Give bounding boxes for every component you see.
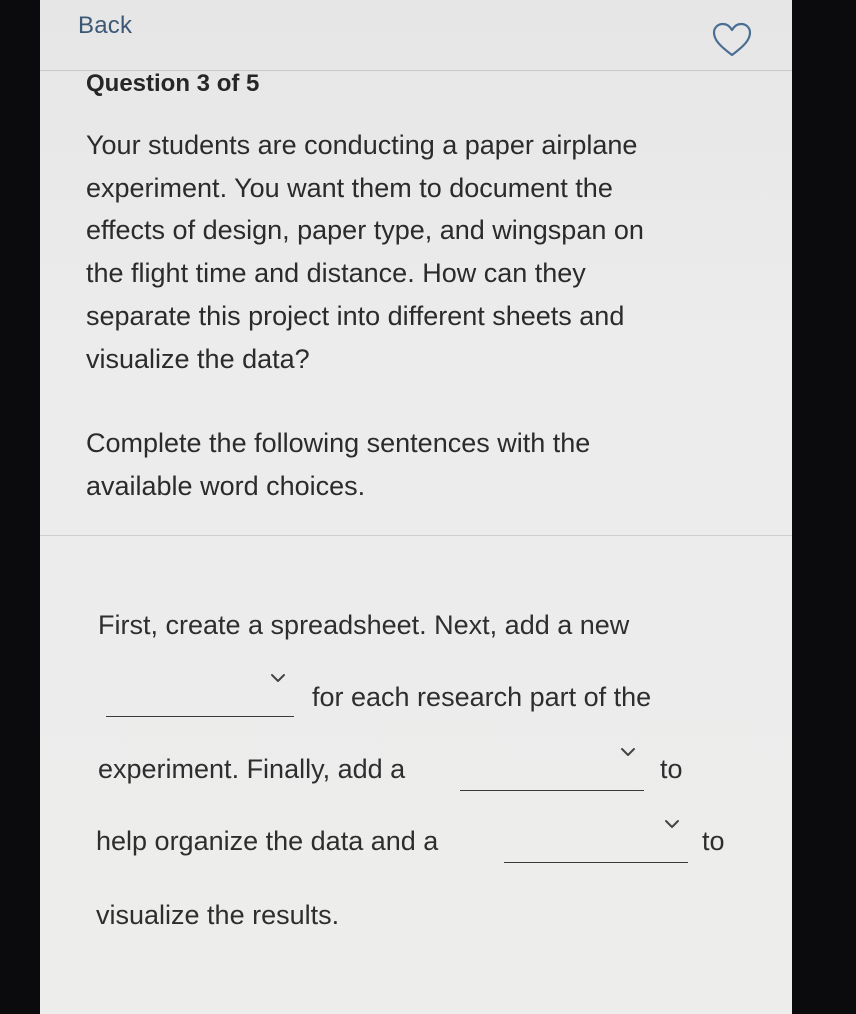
prompt-line: visualize the data? <box>86 343 310 374</box>
sentence-before-blank-2: experiment. Finally, add a <box>98 754 406 784</box>
sentence-after-blank-2: to <box>660 754 683 784</box>
sentence-after-blank-3: to <box>702 826 725 856</box>
instruction-line: available word choices. <box>86 471 366 501</box>
instruction-line: Complete the following sentences with th… <box>86 428 591 458</box>
dropdown-blank-1[interactable] <box>106 672 294 717</box>
section-divider <box>40 535 792 536</box>
chevron-down-icon <box>665 820 679 828</box>
prompt-line: separate this project into different she… <box>86 300 625 331</box>
sentence-line-1: First, create a spreadsheet. Next, add a… <box>98 610 630 640</box>
sentence-before-blank-3: help organize the data and a <box>96 826 439 856</box>
top-bar: Back <box>40 0 792 71</box>
chevron-down-icon <box>271 674 285 682</box>
sentence-line-5: visualize the results. <box>96 900 340 930</box>
heart-outline-icon[interactable] <box>712 22 752 58</box>
question-prompt: Your students are conducting a paper air… <box>86 124 736 380</box>
chevron-down-icon <box>621 748 635 756</box>
dropdown-blank-2[interactable] <box>460 746 644 791</box>
instruction-text: Complete the following sentences with th… <box>86 422 736 508</box>
question-counter: Question 3 of 5 <box>86 70 260 97</box>
prompt-line: the flight time and distance. How can th… <box>86 258 586 289</box>
sentence-after-blank-1: for each research part of the <box>312 682 652 712</box>
back-button[interactable]: Back <box>78 12 132 40</box>
prompt-line: Your students are conducting a paper air… <box>86 130 638 160</box>
quiz-screen: Back Question 3 of 5 Your students are c… <box>40 0 792 1014</box>
dropdown-blank-3[interactable] <box>504 818 688 863</box>
prompt-line: effects of design, paper type, and wings… <box>86 215 644 246</box>
prompt-line: experiment. You want them to document th… <box>86 172 613 203</box>
photo-frame: Back Question 3 of 5 Your students are c… <box>0 0 856 1014</box>
